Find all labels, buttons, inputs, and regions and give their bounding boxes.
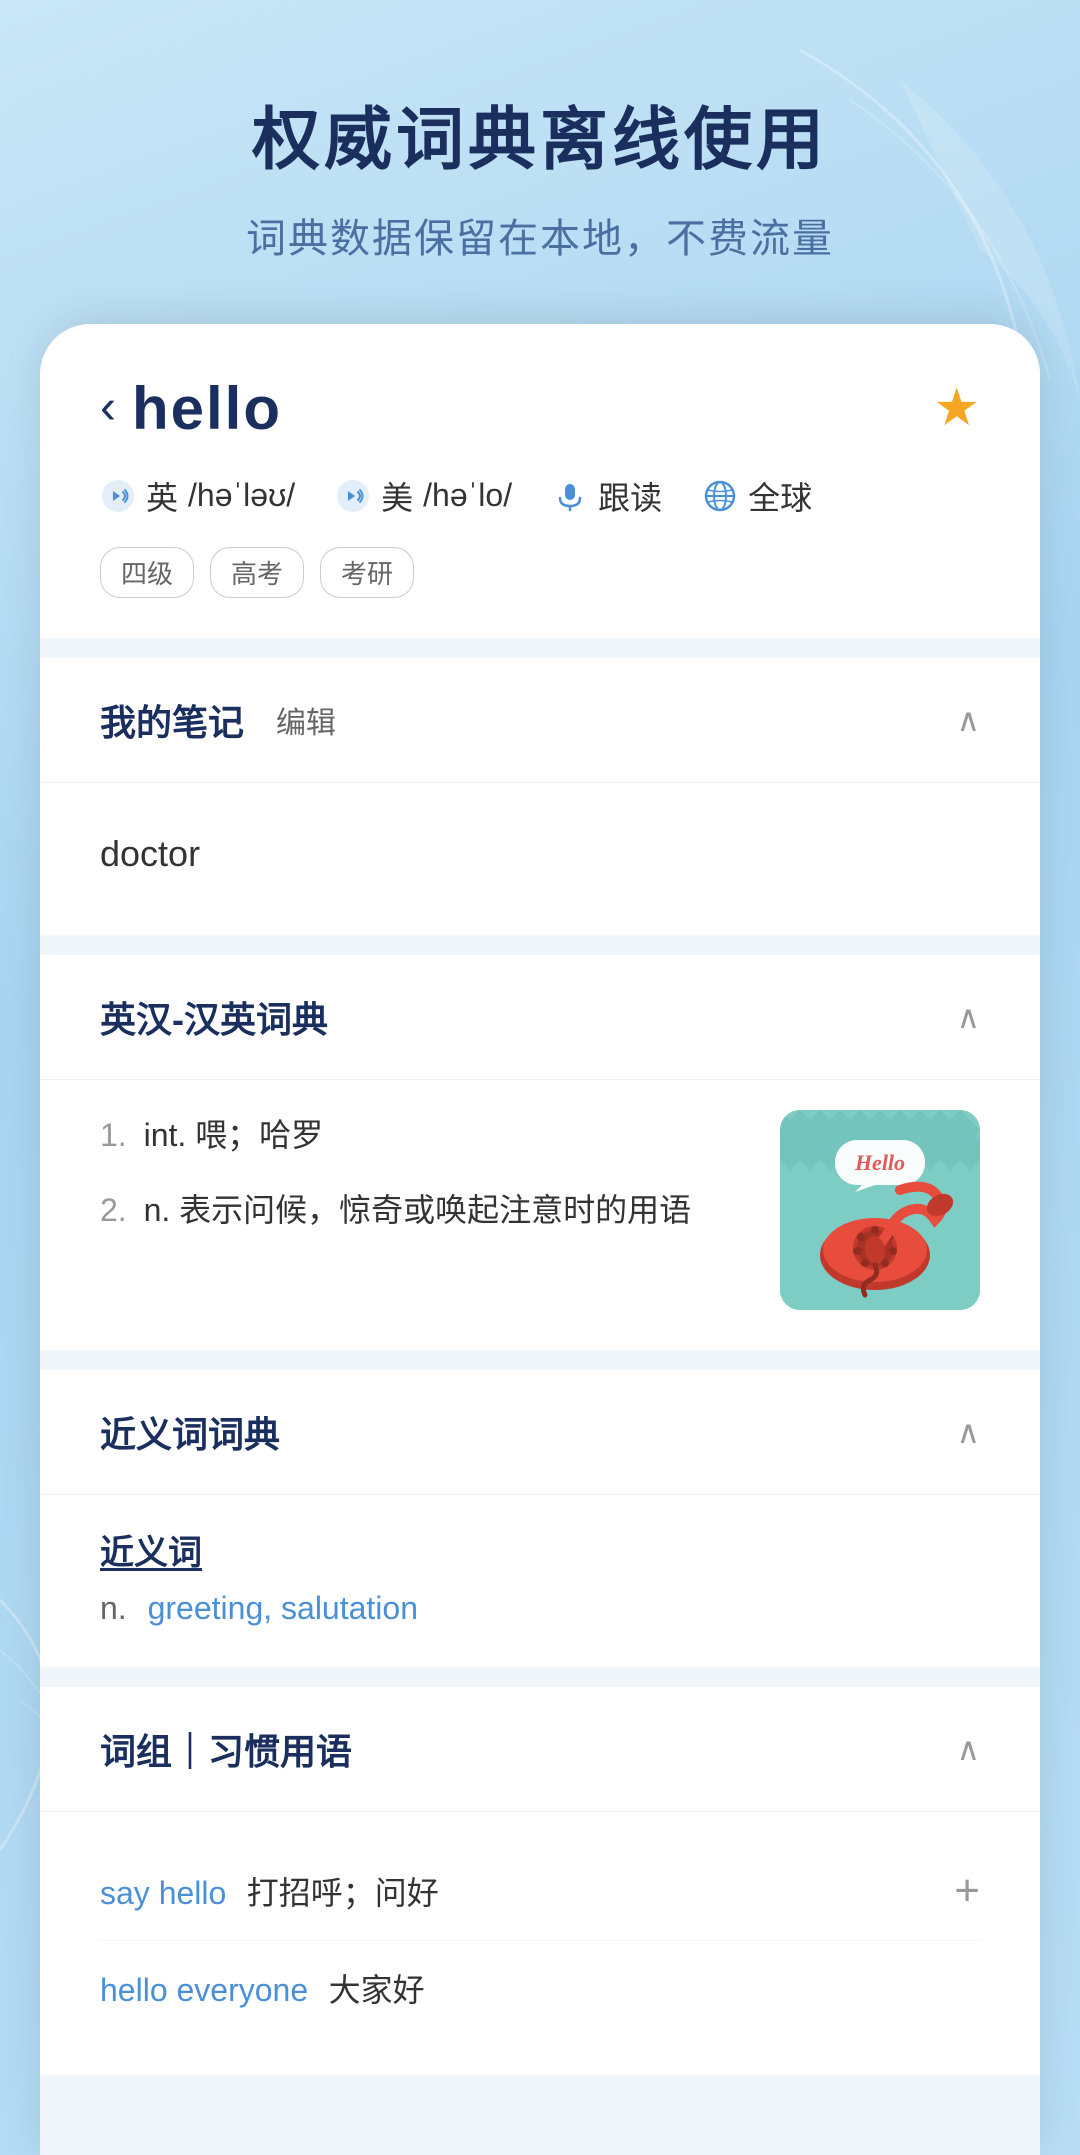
synonyms-section: 近义词词典 ∧ 近义词 n. greeting, salutation [40, 1370, 1040, 1667]
notes-text: doctor [100, 813, 980, 895]
tag-gaokao: 高考 [210, 547, 304, 598]
svg-text:Hello: Hello [854, 1150, 905, 1175]
exam-tags: 四级 高考 考研 [100, 547, 980, 598]
phrases-title: 词组｜习惯用语 [100, 1723, 352, 1775]
tag-cet4: 四级 [100, 547, 194, 598]
pronunciation-row: 英 /həˈləʊ/ 美 /həˈlo/ [100, 473, 980, 519]
phrase-text-2: hello everyone 大家好 [100, 1965, 425, 2011]
telephone-svg: Hello [780, 1110, 980, 1310]
british-phonetic: /həˈləʊ/ [188, 477, 295, 514]
def-num-2: 2. [100, 1192, 127, 1228]
american-pronunciation[interactable]: 美 /həˈlo/ [335, 473, 512, 519]
dictionary-content: 1. int. 喂；哈罗 2. n. 表示问候，惊奇或唤起注意时的用语 [40, 1080, 1040, 1350]
notes-title: 我的笔记 [100, 694, 244, 746]
global-icon [702, 478, 738, 514]
american-speaker-icon [335, 478, 371, 514]
follow-read-label: 跟读 [598, 473, 662, 519]
dictionary-section-header[interactable]: 英汉-汉英词典 ∧ [40, 955, 1040, 1080]
phrase-text-1: say hello 打招呼；问好 [100, 1868, 439, 1914]
phrase-item-1: say hello 打招呼；问好 + [100, 1842, 980, 1941]
phrase-meaning-1: 打招呼；问好 [247, 1875, 439, 1911]
phrases-section: 词组｜习惯用语 ∧ say hello 打招呼；问好 + hello every… [40, 1687, 1040, 2075]
phrase-word-1: say hello [100, 1875, 226, 1911]
phrases-content: say hello 打招呼；问好 + hello everyone 大家好 [40, 1812, 1040, 2075]
synonyms-word-list: greeting, salutation [148, 1590, 418, 1626]
favorite-star-icon[interactable]: ★ [933, 378, 980, 438]
header-section: 权威词典离线使用 词典数据保留在本地，不费流量 [0, 0, 1080, 324]
tag-kaoyan: 考研 [320, 547, 414, 598]
global-label: 全球 [748, 473, 812, 519]
phrases-section-header[interactable]: 词组｜习惯用语 ∧ [40, 1687, 1040, 1812]
def-num-1: 1. [100, 1117, 127, 1153]
word-title: hello [132, 374, 282, 443]
microphone-icon [552, 478, 588, 514]
word-header: ‹ hello ★ 英 /həˈləʊ/ [40, 324, 1040, 638]
notes-edit-button[interactable]: 编辑 [276, 698, 336, 742]
phrase-add-button-1[interactable]: + [954, 1866, 980, 1916]
notes-section: 我的笔记 编辑 ∧ doctor [40, 658, 1040, 935]
phrases-chevron-icon: ∧ [957, 1730, 980, 1768]
word-illustration: Hello [780, 1110, 980, 1310]
dictionary-chevron-icon: ∧ [957, 998, 980, 1036]
notes-section-header[interactable]: 我的笔记 编辑 ∧ [40, 658, 1040, 783]
british-speaker-icon [100, 478, 136, 514]
phrase-item-2: hello everyone 大家好 [100, 1941, 980, 2035]
def-text-2: n. 表示问候，惊奇或唤起注意时的用语 [144, 1192, 692, 1228]
back-button[interactable]: ‹ [100, 384, 116, 432]
synonyms-content: 近义词 n. greeting, salutation [40, 1495, 1040, 1667]
notes-chevron-icon: ∧ [957, 701, 980, 739]
word-left: ‹ hello [100, 374, 282, 443]
phrase-meaning-2: 大家好 [329, 1972, 425, 2008]
synonyms-chevron-icon: ∧ [957, 1413, 980, 1451]
dictionary-section: 英汉-汉英词典 ∧ 1. int. 喂；哈罗 2. n. 表示问候，惊奇或唤起注… [40, 955, 1040, 1350]
main-card: ‹ hello ★ 英 /həˈləʊ/ [40, 324, 1040, 2155]
dict-def-2: 2. n. 表示问候，惊奇或唤起注意时的用语 [100, 1185, 750, 1236]
american-phonetic: /həˈlo/ [423, 477, 512, 514]
british-pronunciation[interactable]: 英 /həˈləʊ/ [100, 473, 295, 519]
header-subtitle: 词典数据保留在本地，不费流量 [60, 206, 1020, 264]
dictionary-title: 英汉-汉英词典 [100, 991, 328, 1043]
follow-read-button[interactable]: 跟读 [552, 473, 662, 519]
header-title: 权威词典离线使用 [60, 100, 1020, 182]
synonyms-pos: n. [100, 1590, 127, 1626]
phrase-word-2: hello everyone [100, 1972, 308, 2008]
notes-content: doctor [40, 783, 1040, 935]
british-label: 英 [146, 473, 178, 519]
dict-def-1: 1. int. 喂；哈罗 [100, 1110, 750, 1161]
synonyms-words-row: n. greeting, salutation [100, 1590, 980, 1627]
def-text-1: int. 喂；哈罗 [144, 1117, 324, 1153]
synonyms-title: 近义词词典 [100, 1406, 280, 1458]
synonyms-label: 近义词 [100, 1525, 980, 1574]
american-label: 美 [381, 473, 413, 519]
dictionary-definitions: 1. int. 喂；哈罗 2. n. 表示问候，惊奇或唤起注意时的用语 [100, 1110, 750, 1310]
global-button[interactable]: 全球 [702, 473, 812, 519]
word-row: ‹ hello ★ [100, 374, 980, 443]
synonyms-section-header[interactable]: 近义词词典 ∧ [40, 1370, 1040, 1495]
